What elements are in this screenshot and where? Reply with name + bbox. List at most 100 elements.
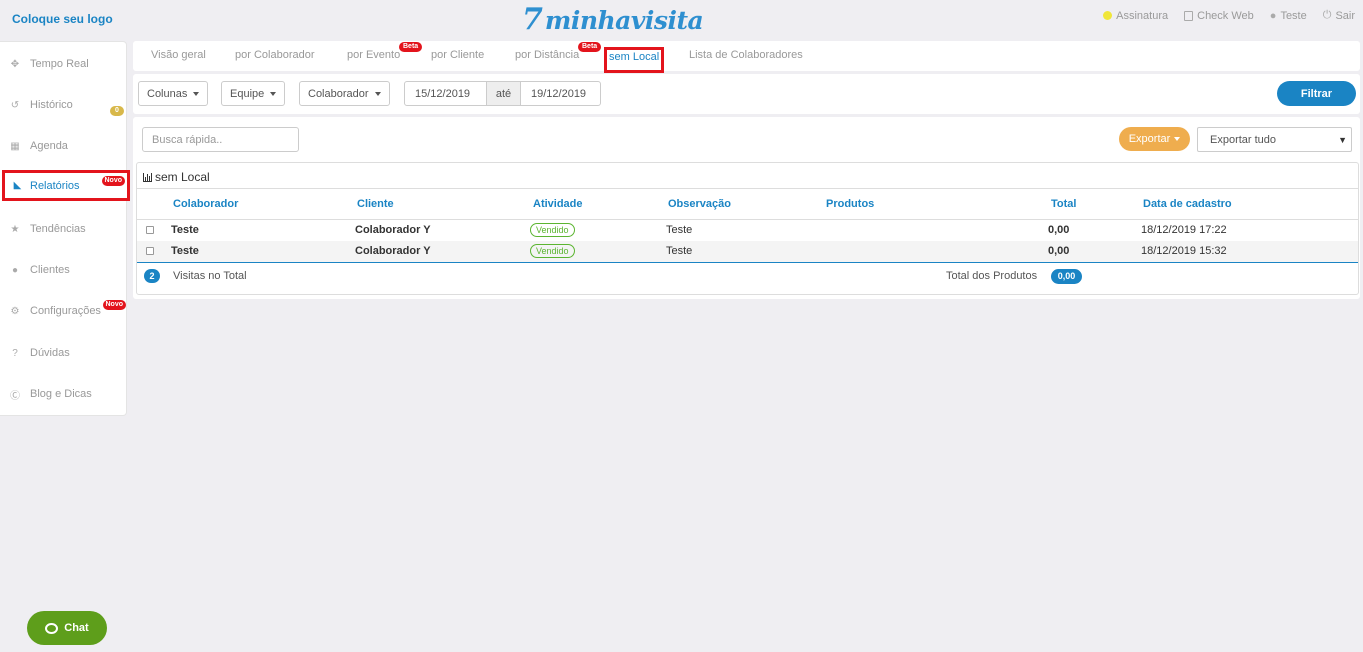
report-content: Busca rápida.. Exportar Exportar tudo ▼ s… <box>133 117 1360 299</box>
colunas-dropdown[interactable]: Colunas <box>138 81 209 106</box>
cell-observacao: Teste <box>666 245 693 257</box>
sidebar-item-label: Blog e Dicas <box>30 388 92 400</box>
calendar-icon: ▦ <box>10 140 20 152</box>
brand-logo[interactable]: 7 minhavisita <box>522 2 704 37</box>
user-icon: ● <box>1269 9 1277 22</box>
cell-total: 0,00 <box>1048 224 1070 236</box>
brand-mark: 7 <box>522 2 543 37</box>
caret-down-icon <box>1174 137 1181 141</box>
status-badge: Vendido <box>530 223 575 237</box>
sidebar-item-label: Clientes <box>30 264 70 276</box>
logo-placeholder[interactable]: Coloque seu logo <box>12 12 113 26</box>
trophy-icon: ★ <box>10 223 20 235</box>
tab-por-cliente[interactable]: por Cliente <box>431 49 484 61</box>
cell-data: 18/12/2019 17:22 <box>1141 224 1227 236</box>
exportar-button[interactable]: Exportar <box>1119 127 1190 151</box>
user-link[interactable]: ● Teste <box>1270 9 1307 22</box>
date-to-input[interactable]: 19/12/2019 <box>520 81 601 106</box>
ate-label: até <box>487 81 520 106</box>
area-chart-icon: ◣ <box>13 180 22 191</box>
sidebar-item-label: Relatórios <box>30 179 80 192</box>
power-icon: ⏻ <box>1322 9 1332 21</box>
cell-cliente: Colaborador Y <box>355 224 431 236</box>
beta-badge: Beta <box>578 42 602 52</box>
wordpress-icon: Ⓒ <box>10 390 20 402</box>
col-header-atividade[interactable]: Atividade <box>533 198 583 210</box>
colaborador-dropdown[interactable]: Colaborador <box>299 81 390 106</box>
equipe-label: Equipe <box>230 87 265 100</box>
tab-visao-geral[interactable]: Visão geral <box>151 49 206 61</box>
sidebar-item-label: Histórico <box>30 99 73 111</box>
table-row[interactable]: Teste Colaborador Y Vendido Teste 0,00 1… <box>137 241 1358 262</box>
sidebar-item-label: Tendências <box>30 223 86 235</box>
col-header-total[interactable]: Total <box>1051 198 1076 210</box>
equipe-dropdown[interactable]: Equipe <box>221 81 286 106</box>
new-badge: Novo <box>101 176 125 186</box>
colaborador-label: Colaborador <box>308 87 369 100</box>
sidebar-item-blog[interactable]: Ⓒ Blog e Dicas <box>0 384 127 404</box>
select-arrow-icon: ▼ <box>1338 135 1347 145</box>
colunas-label: Colunas <box>147 87 188 100</box>
tab-por-colaborador[interactable]: por Colaborador <box>235 49 315 61</box>
search-input[interactable]: Busca rápida.. <box>142 127 299 152</box>
sidebar: ✥ Tempo Real ↺ Histórico 0 ▦ Agenda ◣ Relató… <box>0 41 130 416</box>
sidebar-item-agenda[interactable]: ▦ Agenda <box>0 136 127 156</box>
filtrar-button[interactable]: Filtrar <box>1277 81 1356 106</box>
sidebar-item-configuracoes[interactable]: ⚙ Configurações Novo <box>0 300 127 321</box>
check-web-link[interactable]: Check Web <box>1184 9 1254 22</box>
sidebar-item-label: Dúvidas <box>30 347 70 359</box>
tab-sem-local[interactable]: sem Local <box>604 47 665 73</box>
col-header-data-cadastro[interactable]: Data de cadastro <box>1143 198 1232 210</box>
col-header-produtos[interactable]: Produtos <box>826 198 874 210</box>
sidebar-item-tempo-real[interactable]: ✥ Tempo Real <box>0 54 127 74</box>
sidebar-item-duvidas[interactable]: ? Dúvidas <box>0 343 127 363</box>
products-total-badge: 0,00 <box>1051 269 1082 284</box>
row-checkbox[interactable] <box>146 247 154 255</box>
cell-colaborador: Teste <box>171 224 199 236</box>
cell-colaborador: Teste <box>171 245 199 257</box>
caret-down-icon <box>270 91 277 96</box>
chat-button[interactable]: Chat <box>27 611 107 645</box>
bar-chart-icon <box>143 172 152 182</box>
exportar-label: Exportar <box>1128 133 1171 145</box>
sidebar-item-label: Tempo Real <box>30 58 89 70</box>
caret-down-icon <box>193 91 200 96</box>
table-row[interactable]: Teste Colaborador Y Vendido Teste 0,00 1… <box>137 220 1358 241</box>
panel-title-text: sem Local <box>155 170 210 184</box>
sidebar-item-tendencias[interactable]: ★ Tendências <box>0 219 127 239</box>
brand-word: minhavisita <box>544 5 704 35</box>
products-total-label: Total dos Produtos <box>946 270 1038 282</box>
col-header-observacao[interactable]: Observação <box>668 198 731 210</box>
divider <box>137 262 1358 263</box>
cell-total: 0,00 <box>1048 245 1070 257</box>
beta-badge: Beta <box>399 42 423 52</box>
assinatura-link[interactable]: Assinatura <box>1103 9 1168 22</box>
count-badge: 0 <box>110 106 124 116</box>
visits-label: Visitas no Total <box>173 270 247 282</box>
crosshair-icon: ✥ <box>10 58 20 70</box>
sidebar-item-clientes[interactable]: ● Clientes <box>0 260 127 280</box>
tab-lista-colaboradores[interactable]: Lista de Colaboradores <box>689 49 803 61</box>
date-from-input[interactable]: 15/12/2019 <box>404 81 487 106</box>
sidebar-item-relatorios[interactable]: ◣ Relatórios Novo <box>2 170 130 201</box>
gears-icon: ⚙ <box>10 305 20 317</box>
logout-link[interactable]: ⏻ Sair <box>1323 9 1355 22</box>
history-icon: ↺ <box>10 99 20 111</box>
exportar-tudo-value: Exportar tudo <box>1210 133 1277 146</box>
users-icon: ● <box>11 264 19 276</box>
exportar-tudo-select[interactable]: Exportar tudo ▼ <box>1197 127 1352 152</box>
sidebar-item-label: Agenda <box>30 140 68 152</box>
caret-down-icon <box>374 91 381 96</box>
col-header-colaborador[interactable]: Colaborador <box>173 198 238 210</box>
col-header-cliente[interactable]: Cliente <box>357 198 394 210</box>
visits-count-badge: 2 <box>144 269 160 283</box>
tab-por-evento[interactable]: por Evento <box>347 49 400 61</box>
row-checkbox[interactable] <box>146 226 154 234</box>
tab-por-distancia[interactable]: por Distância <box>515 49 579 61</box>
cell-data: 18/12/2019 15:32 <box>1141 245 1227 257</box>
question-icon: ? <box>12 347 18 359</box>
chat-bubble-icon <box>45 622 59 634</box>
sidebar-item-historico[interactable]: ↺ Histórico 0 <box>0 95 127 116</box>
cell-observacao: Teste <box>666 224 693 236</box>
top-bar: Coloque seu logo 7 minhavisita Assinatur… <box>0 0 1363 38</box>
